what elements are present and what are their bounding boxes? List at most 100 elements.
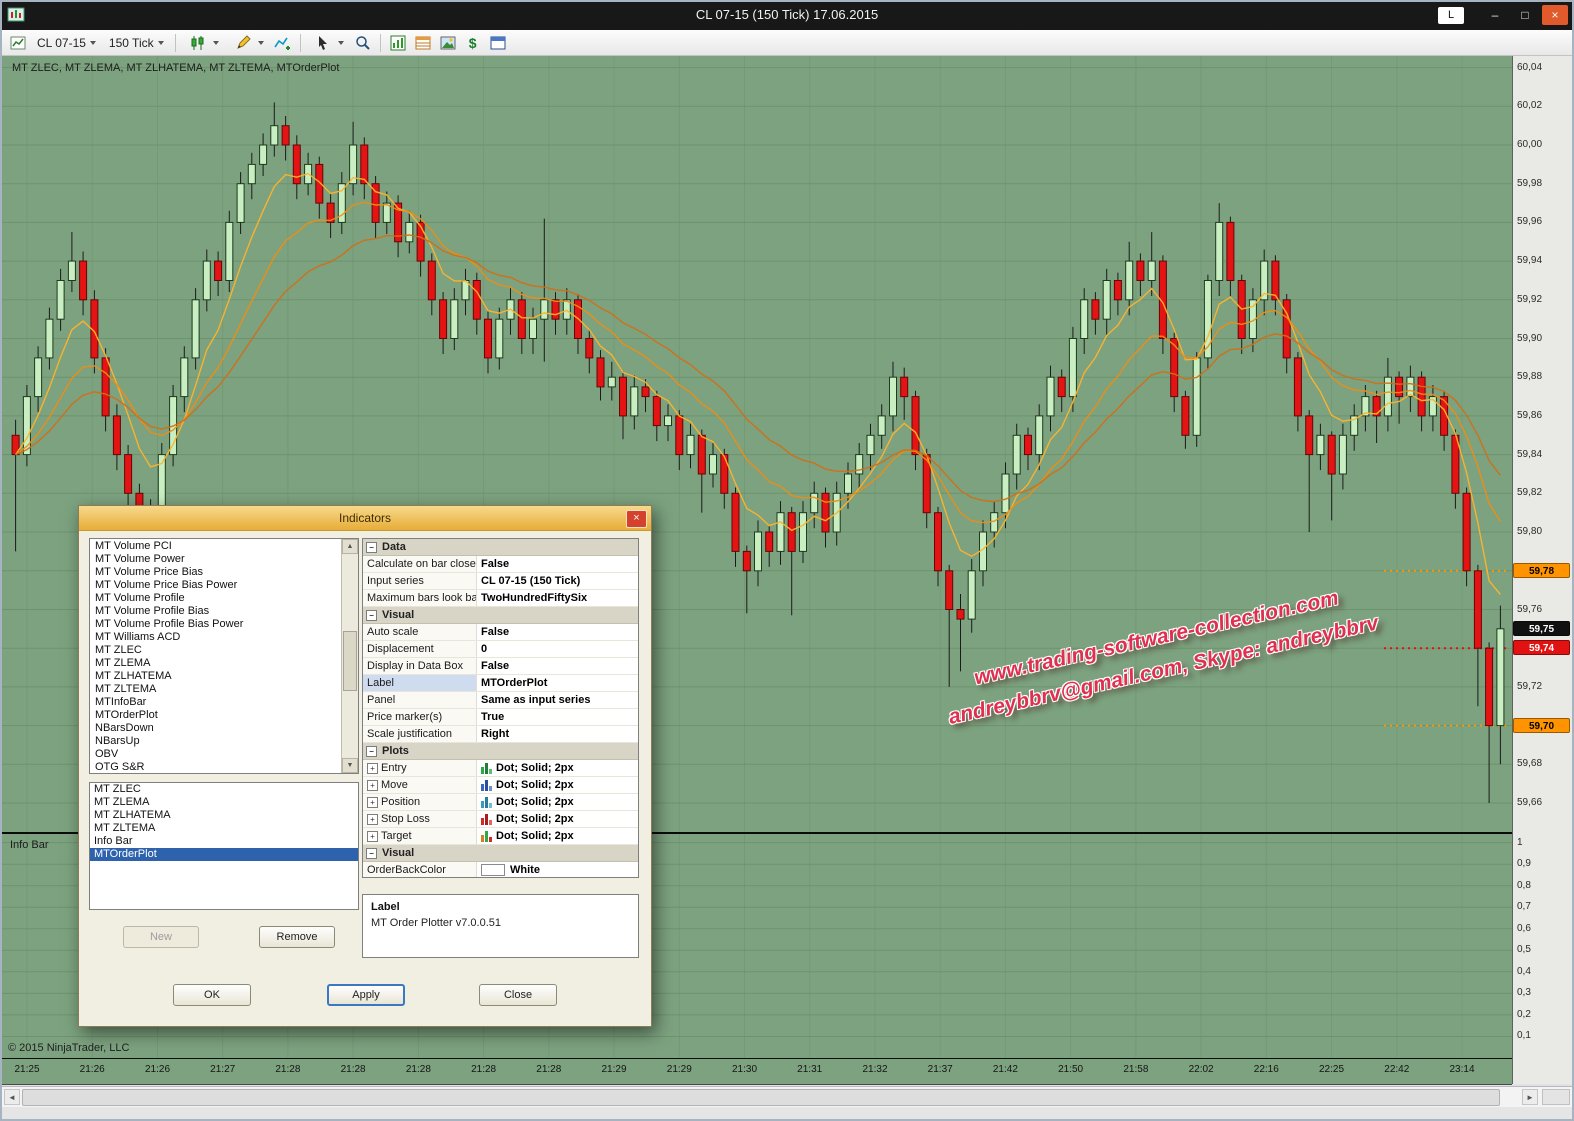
- market-analyzer-icon[interactable]: [387, 32, 409, 54]
- horizontal-scrollbar[interactable]: ◄ ►: [2, 1086, 1572, 1107]
- interval-selector[interactable]: 150 Tick: [104, 34, 169, 52]
- window-icon[interactable]: [487, 32, 509, 54]
- property-section[interactable]: −Plots: [363, 743, 638, 760]
- dialog-close-icon[interactable]: ×: [626, 510, 647, 528]
- available-indicator-item[interactable]: MT Williams ACD: [91, 631, 341, 644]
- chart-panel-icon[interactable]: [7, 32, 29, 54]
- dialog-close-button[interactable]: Close: [479, 984, 557, 1006]
- available-indicator-item[interactable]: MTOrderPlot: [91, 709, 341, 722]
- ok-button[interactable]: OK: [173, 984, 251, 1006]
- property-row[interactable]: OrderBackColorWhite: [363, 862, 638, 878]
- property-row[interactable]: Auto scaleFalse: [363, 624, 638, 641]
- available-indicator-item[interactable]: MT ZLHATEMA: [91, 670, 341, 683]
- configured-indicator-item[interactable]: MT ZLEC: [90, 783, 358, 796]
- available-indicator-item[interactable]: MT Volume Profile Bias: [91, 605, 341, 618]
- scrollbar-thumb[interactable]: [22, 1089, 1500, 1106]
- properties-grid[interactable]: −DataCalculate on bar closeFalseInput se…: [362, 538, 639, 878]
- property-value[interactable]: True: [477, 709, 638, 725]
- scroll-right-icon[interactable]: ►: [1522, 1089, 1538, 1105]
- property-value[interactable]: Dot; Solid; 2px: [477, 794, 638, 810]
- available-indicator-item[interactable]: NBarsDown: [91, 722, 341, 735]
- property-section[interactable]: −Visual: [363, 845, 638, 862]
- property-value[interactable]: Dot; Solid; 2px: [477, 777, 638, 793]
- expand-icon[interactable]: +: [367, 797, 378, 808]
- property-value[interactable]: Same as input series: [477, 692, 638, 708]
- property-row[interactable]: Maximum bars look baTwoHundredFiftySix: [363, 590, 638, 607]
- maximize-button[interactable]: □: [1512, 5, 1538, 25]
- available-indicator-item[interactable]: MT Volume PCI: [91, 540, 341, 553]
- property-value[interactable]: False: [477, 624, 638, 640]
- expand-icon[interactable]: +: [367, 814, 378, 825]
- property-row[interactable]: Price marker(s)True: [363, 709, 638, 726]
- available-indicator-item[interactable]: NBarsUp: [91, 735, 341, 748]
- scroll-up-icon[interactable]: ▲: [342, 539, 358, 554]
- available-indicator-item[interactable]: MT ZLEC: [91, 644, 341, 657]
- property-row[interactable]: LabelMTOrderPlot: [363, 675, 638, 692]
- configured-indicator-item[interactable]: MT ZLHATEMA: [90, 809, 358, 822]
- property-row[interactable]: +EntryDot; Solid; 2px: [363, 760, 638, 777]
- configured-indicator-item[interactable]: Info Bar: [90, 835, 358, 848]
- configured-indicator-item[interactable]: MTOrderPlot: [90, 848, 358, 861]
- time-axis[interactable]: [2, 1059, 1512, 1085]
- available-indicator-item[interactable]: OBV: [91, 748, 341, 761]
- available-indicator-item[interactable]: MT Volume Profile: [91, 592, 341, 605]
- configured-indicator-item[interactable]: MT ZLEMA: [90, 796, 358, 809]
- collapse-icon[interactable]: −: [366, 746, 377, 757]
- configured-indicators-list[interactable]: MT ZLECMT ZLEMAMT ZLHATEMAMT ZLTEMAInfo …: [89, 782, 359, 910]
- property-value[interactable]: 0: [477, 641, 638, 657]
- close-button[interactable]: ×: [1542, 5, 1568, 25]
- available-indicator-item[interactable]: MT ZLEMA: [91, 657, 341, 670]
- available-indicator-item[interactable]: MT Volume Price Bias Power: [91, 579, 341, 592]
- property-value[interactable]: Dot; Solid; 2px: [477, 760, 638, 776]
- property-section[interactable]: −Data: [363, 539, 638, 556]
- property-value[interactable]: Right: [477, 726, 638, 742]
- apply-button[interactable]: Apply: [327, 984, 405, 1006]
- available-indicator-item[interactable]: OTG S&R: [91, 761, 341, 772]
- expand-icon[interactable]: +: [367, 763, 378, 774]
- property-row[interactable]: Scale justificationRight: [363, 726, 638, 743]
- zoom-icon[interactable]: [352, 32, 374, 54]
- property-row[interactable]: +TargetDot; Solid; 2px: [363, 828, 638, 845]
- available-indicator-item[interactable]: MT Volume Price Bias: [91, 566, 341, 579]
- property-value[interactable]: False: [477, 556, 638, 572]
- available-indicator-item[interactable]: MTInfoBar: [91, 696, 341, 709]
- price-axis[interactable]: [1512, 56, 1574, 1084]
- cursor-tool-selector[interactable]: [307, 30, 349, 56]
- property-row[interactable]: Display in Data BoxFalse: [363, 658, 638, 675]
- instrument-selector[interactable]: CL 07-15: [32, 34, 101, 52]
- indicator-icon[interactable]: [272, 32, 294, 54]
- scrollbar-thumb[interactable]: [343, 631, 357, 691]
- configured-indicator-item[interactable]: MT ZLTEMA: [90, 822, 358, 835]
- available-indicator-item[interactable]: MT Volume Power: [91, 553, 341, 566]
- scroll-down-icon[interactable]: ▼: [342, 758, 358, 773]
- link-button[interactable]: L: [1438, 7, 1464, 24]
- collapse-icon[interactable]: −: [366, 542, 377, 553]
- expand-icon[interactable]: +: [367, 780, 378, 791]
- property-value[interactable]: TwoHundredFiftySix: [477, 590, 638, 606]
- snapshot-icon[interactable]: [437, 32, 459, 54]
- property-value[interactable]: MTOrderPlot: [477, 675, 638, 691]
- property-value[interactable]: Dot; Solid; 2px: [477, 828, 638, 844]
- available-indicator-item[interactable]: MT ZLTEMA: [91, 683, 341, 696]
- list-scrollbar[interactable]: ▲ ▼: [341, 539, 358, 773]
- available-indicators-list[interactable]: MT Volume PCIMT Volume PowerMT Volume Pr…: [89, 538, 359, 774]
- expand-icon[interactable]: +: [367, 831, 378, 842]
- available-indicator-item[interactable]: MT Volume Profile Bias Power: [91, 618, 341, 631]
- data-grid-icon[interactable]: [412, 32, 434, 54]
- property-value[interactable]: CL 07-15 (150 Tick): [477, 573, 638, 589]
- property-row[interactable]: PanelSame as input series: [363, 692, 638, 709]
- property-row[interactable]: Input seriesCL 07-15 (150 Tick): [363, 573, 638, 590]
- scrollbar-grip[interactable]: [1542, 1089, 1570, 1105]
- property-value[interactable]: White: [477, 862, 638, 878]
- property-row[interactable]: +MoveDot; Solid; 2px: [363, 777, 638, 794]
- remove-button[interactable]: Remove: [259, 926, 335, 948]
- property-row[interactable]: Displacement0: [363, 641, 638, 658]
- property-section[interactable]: −Visual: [363, 607, 638, 624]
- minimize-button[interactable]: –: [1482, 5, 1508, 25]
- collapse-icon[interactable]: −: [366, 848, 377, 859]
- property-row[interactable]: +PositionDot; Solid; 2px: [363, 794, 638, 811]
- dollar-icon[interactable]: $: [462, 32, 484, 54]
- dialog-title-bar[interactable]: Indicators ×: [79, 506, 651, 531]
- collapse-icon[interactable]: −: [366, 610, 377, 621]
- property-value[interactable]: Dot; Solid; 2px: [477, 811, 638, 827]
